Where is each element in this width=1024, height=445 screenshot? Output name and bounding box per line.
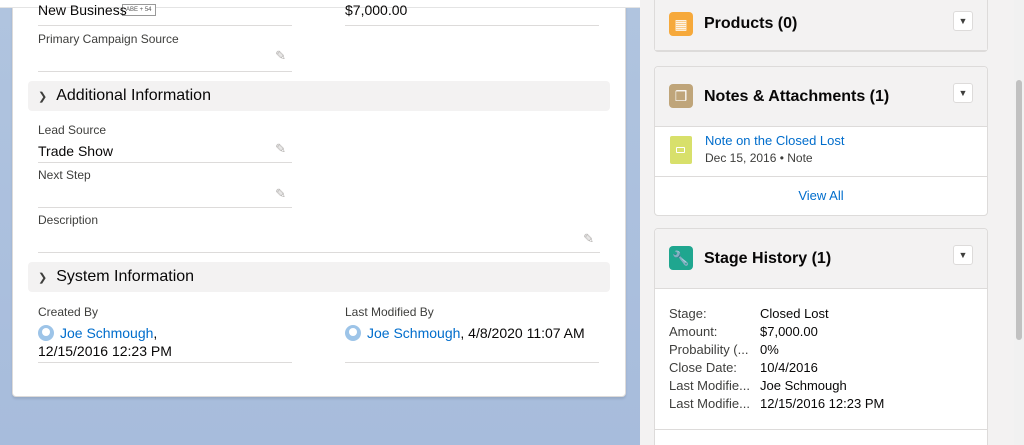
user-avatar <box>38 325 54 341</box>
last-modified-by-label: Last Modified By <box>345 305 434 319</box>
lead-source-value: Trade Show <box>38 143 113 159</box>
last-modified-user-link[interactable]: Joe Schmough <box>367 325 460 341</box>
last-modified-date: , 4/8/2020 11:07 AM <box>460 325 585 341</box>
stage-history-title[interactable]: Stage History (1) <box>704 250 831 268</box>
primary-campaign-field[interactable]: Primary Campaign Source ✎ <box>38 32 292 72</box>
stage-history-menu-button[interactable]: ▼ <box>953 245 973 265</box>
products-icon: ▦ <box>669 12 693 36</box>
created-by-user-link[interactable]: Joe Schmough <box>60 325 153 341</box>
products-card: ▦ Products (0) ▼ <box>654 0 988 52</box>
pencil-icon[interactable]: ✎ <box>583 231 594 247</box>
amount-field: $7,000.00 <box>345 0 599 26</box>
stage-history-user-link[interactable]: Joe Schmough <box>760 378 847 393</box>
pencil-icon[interactable]: ✎ <box>275 141 286 157</box>
lead-source-label: Lead Source <box>38 123 107 137</box>
chevron-down-icon: ❯ <box>38 271 48 284</box>
created-by-field: Created By Joe Schmough, 12/15/2016 12:2… <box>38 305 292 363</box>
wrench-icon: 🔧 <box>669 246 693 270</box>
created-by-date: 12/15/2016 12:23 PM <box>38 343 172 359</box>
section-title: System Information <box>56 268 195 285</box>
section-title: Additional Information <box>56 87 211 104</box>
next-step-field[interactable]: Next Step ✎ <box>38 168 292 208</box>
primary-campaign-label: Primary Campaign Source <box>38 32 179 46</box>
notes-attachments-card: ❐ Notes & Attachments (1) ▼ Note on the … <box>654 66 988 216</box>
section-additional-information[interactable]: ❯ Additional Information <box>28 81 610 111</box>
amount-value: $7,000.00 <box>345 2 408 18</box>
pencil-icon[interactable]: ✎ <box>275 186 286 202</box>
probability-row: Probability (... 0% <box>669 342 779 357</box>
description-field[interactable]: Description ✎ <box>38 213 600 253</box>
products-menu-button[interactable]: ▼ <box>953 11 973 31</box>
opportunity-type-value: New Business <box>38 2 127 18</box>
next-step-label: Next Step <box>38 168 91 182</box>
close-date-row: Close Date: 10/4/2016 <box>669 360 818 375</box>
notes-title[interactable]: Notes & Attachments (1) <box>704 88 889 106</box>
note-title-link[interactable]: Note on the Closed Lost <box>705 133 844 148</box>
stage-row: Stage: Closed Lost <box>669 306 829 321</box>
notes-icon: ❐ <box>669 84 693 108</box>
description-label: Description <box>38 213 99 227</box>
notes-menu-button[interactable]: ▼ <box>953 83 973 103</box>
products-title[interactable]: Products (0) <box>704 15 797 33</box>
pencil-icon[interactable]: ✎ <box>275 48 286 64</box>
scrollbar-thumb[interactable] <box>1016 80 1022 340</box>
chevron-down-icon: ❯ <box>38 90 48 103</box>
section-system-information[interactable]: ❯ System Information <box>28 262 610 292</box>
lead-source-field[interactable]: Lead Source Trade Show ✎ <box>38 123 292 163</box>
note-file-icon <box>670 136 692 164</box>
view-all-link[interactable]: View All <box>655 188 987 203</box>
opportunity-type-field: New Business <box>38 0 292 26</box>
amount-row: Amount: $7,000.00 <box>669 324 818 339</box>
stage-history-card: 🔧 Stage History (1) ▼ Stage: Closed Lost … <box>654 228 988 445</box>
note-meta: Dec 15, 2016 • Note <box>705 151 813 165</box>
last-modified-by-row: Last Modifie... Joe Schmough <box>669 378 847 393</box>
created-by-label: Created By <box>38 305 99 319</box>
user-avatar <box>345 325 361 341</box>
last-modified-by-field: Last Modified By Joe Schmough, 4/8/2020 … <box>345 305 599 363</box>
last-modified-date-row: Last Modifie... 12/15/2016 12:23 PM <box>669 396 885 411</box>
